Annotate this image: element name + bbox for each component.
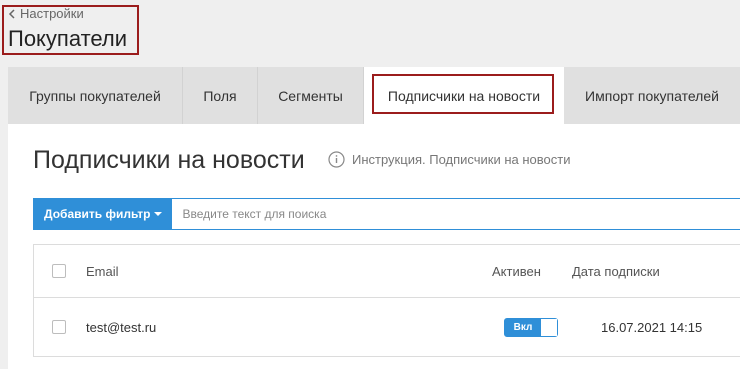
tab-import-customers[interactable]: Импорт покупателей bbox=[564, 67, 740, 124]
row-checkbox[interactable] bbox=[52, 320, 66, 334]
tab-bar: Группы покупателей Поля Сегменты Подписч… bbox=[8, 67, 740, 124]
instruction-link[interactable]: Инструкция. Подписчики на новости bbox=[328, 151, 570, 168]
tab-newsletter-subscribers[interactable]: Подписчики на новости bbox=[364, 67, 564, 124]
tab-segments[interactable]: Сегменты bbox=[258, 67, 364, 124]
column-header-email[interactable]: Email bbox=[86, 264, 119, 279]
tab-label: Поля bbox=[203, 87, 237, 104]
active-toggle[interactable]: Вкл bbox=[504, 317, 558, 337]
instruction-label: Инструкция. Подписчики на новости bbox=[352, 152, 571, 167]
toggle-knob bbox=[541, 318, 557, 336]
caret-down-icon bbox=[154, 212, 163, 216]
row-email: test@test.ru bbox=[86, 319, 157, 335]
back-link-label: Настройки bbox=[20, 6, 84, 21]
row-subscription-date: 16.07.2021 14:15 bbox=[601, 319, 703, 335]
tab-label: Подписчики на новости bbox=[387, 87, 541, 104]
toggle-on-label: Вкл bbox=[505, 318, 541, 336]
select-all-checkbox[interactable] bbox=[52, 264, 66, 278]
info-icon bbox=[328, 151, 345, 168]
section-title: Подписчики на новости bbox=[33, 146, 305, 174]
tab-fields[interactable]: Поля bbox=[183, 67, 258, 124]
tab-label: Группы покупателей bbox=[29, 87, 161, 104]
chevron-left-icon bbox=[8, 8, 15, 19]
tab-label: Импорт покупателей bbox=[585, 87, 719, 104]
tab-customer-groups[interactable]: Группы покупателей bbox=[8, 67, 183, 124]
content-panel: Подписчики на новости Инструкция. Подпис… bbox=[8, 124, 740, 369]
page-title: Покупатели bbox=[8, 26, 128, 51]
search-input[interactable] bbox=[172, 199, 740, 229]
tab-label: Сегменты bbox=[278, 87, 343, 104]
column-header-date[interactable]: Дата подписки bbox=[572, 264, 660, 279]
filter-bar: Добавить фильтр bbox=[33, 198, 740, 230]
back-link[interactable]: Настройки bbox=[8, 6, 84, 21]
column-header-active[interactable]: Активен bbox=[492, 264, 541, 279]
table-row: test@test.ru Вкл 16.07.2021 14:15 bbox=[34, 297, 740, 357]
subscribers-table: Email Активен Дата подписки test@test.ru… bbox=[33, 244, 740, 357]
table-header-row: Email Активен Дата подписки bbox=[34, 245, 740, 298]
add-filter-label: Добавить фильтр bbox=[44, 207, 151, 221]
add-filter-button[interactable]: Добавить фильтр bbox=[34, 199, 173, 229]
